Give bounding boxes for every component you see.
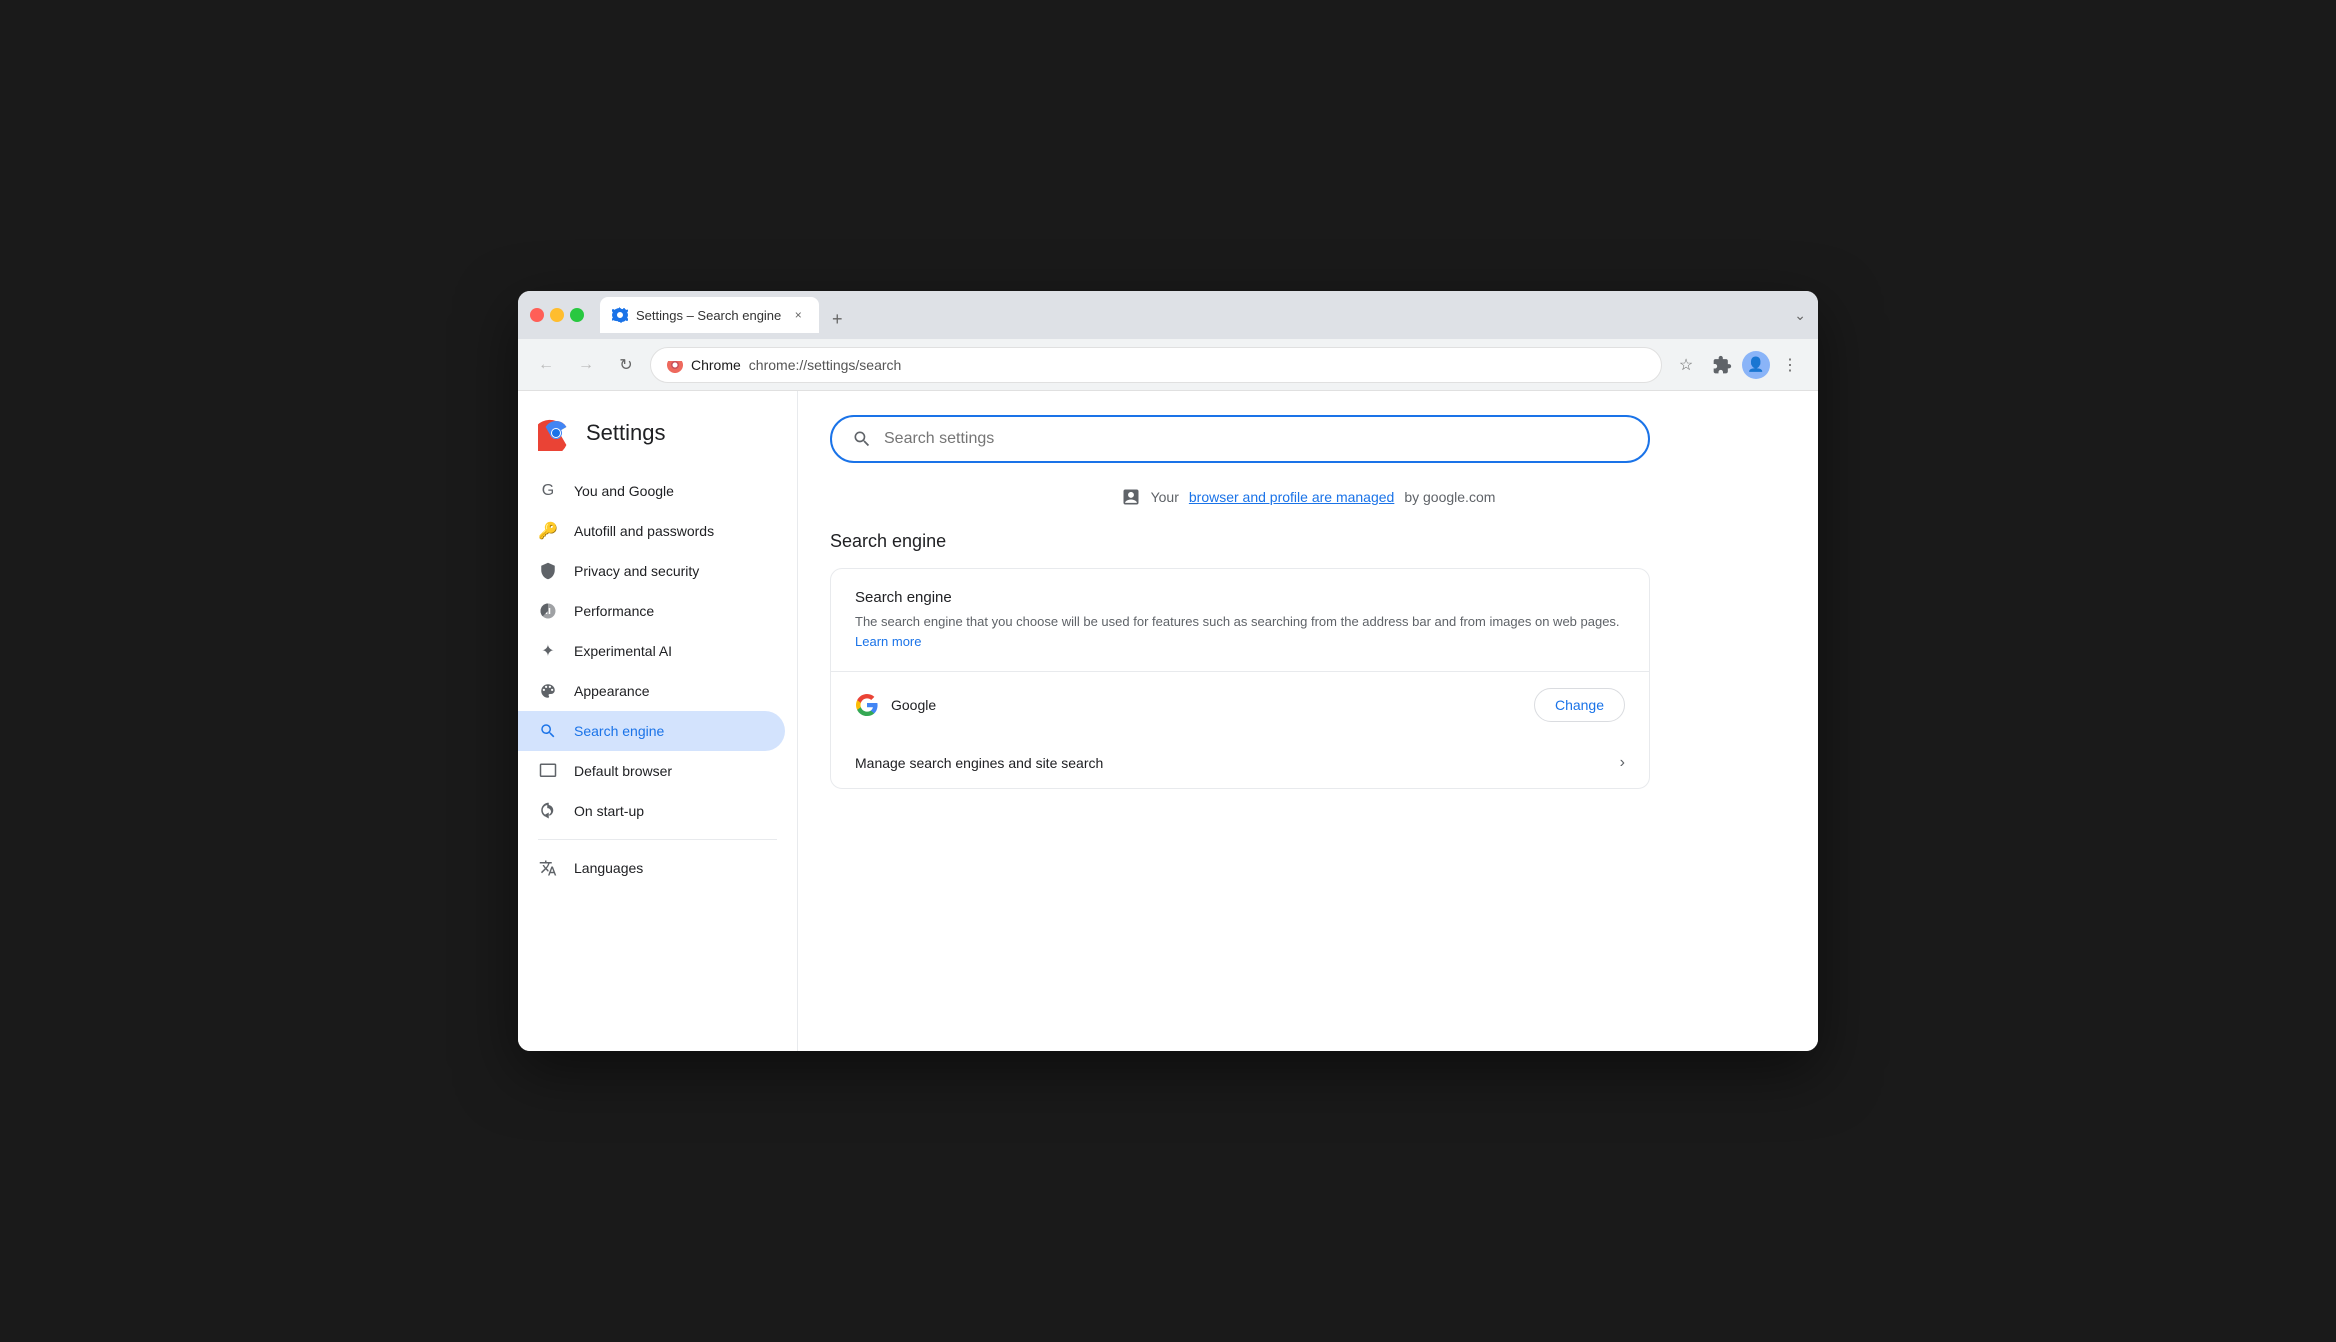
maximize-traffic-light[interactable]: [570, 308, 584, 322]
languages-icon: [538, 858, 558, 878]
search-engine-card: Search engine The search engine that you…: [830, 568, 1650, 789]
card-description-section: Search engine The search engine that you…: [831, 569, 1649, 672]
card-section-title: Search engine: [855, 589, 1625, 606]
page-area: Your browser and profile are managed by …: [798, 391, 1818, 1051]
tab-close-button[interactable]: ×: [789, 306, 807, 324]
default-browser-icon: [538, 761, 558, 781]
sidebar-label-autofill: Autofill and passwords: [574, 523, 714, 539]
performance-icon: [538, 601, 558, 621]
search-bar[interactable]: [830, 415, 1650, 463]
sidebar-item-default-browser[interactable]: Default browser: [518, 751, 785, 791]
bookmark-button[interactable]: ☆: [1670, 349, 1702, 381]
autofill-icon: 🔑: [538, 521, 558, 541]
settings-tab-icon: [612, 307, 628, 323]
sidebar-label-performance: Performance: [574, 603, 654, 619]
tab-bar: Settings – Search engine × +: [600, 297, 1786, 333]
you-and-google-icon: G: [538, 481, 558, 501]
sidebar-item-privacy[interactable]: Privacy and security: [518, 551, 785, 591]
experimental-ai-icon: ✦: [538, 641, 558, 661]
sidebar-label-experimental-ai: Experimental AI: [574, 643, 672, 659]
managed-notice: Your browser and profile are managed by …: [830, 487, 1786, 507]
sidebar-label-search-engine: Search engine: [574, 723, 664, 739]
search-engine-icon: [538, 721, 558, 741]
engine-name: Google: [891, 697, 1534, 713]
extensions-icon: [1712, 355, 1732, 375]
active-tab[interactable]: Settings – Search engine ×: [600, 297, 819, 333]
sidebar-label-appearance: Appearance: [574, 683, 650, 699]
chrome-address-icon: [667, 357, 683, 373]
new-tab-button[interactable]: +: [823, 305, 851, 333]
sidebar-label-default-browser: Default browser: [574, 763, 672, 779]
sidebar-label-you-and-google: You and Google: [574, 483, 674, 499]
sidebar-item-appearance[interactable]: Appearance: [518, 671, 785, 711]
learn-more-link[interactable]: Learn more: [855, 634, 921, 649]
search-input[interactable]: [884, 430, 1628, 448]
sidebar-item-performance[interactable]: Performance: [518, 591, 785, 631]
sidebar-label-languages: Languages: [574, 860, 643, 876]
chrome-logo-icon: [538, 415, 574, 451]
forward-button[interactable]: →: [570, 349, 602, 381]
google-g-logo: [855, 693, 879, 717]
sidebar-item-languages[interactable]: Languages: [518, 848, 785, 888]
sidebar-label-on-startup: On start-up: [574, 803, 644, 819]
privacy-icon: [538, 561, 558, 581]
card-desc-text: The search engine that you choose will b…: [855, 614, 1620, 629]
sidebar-item-search-engine[interactable]: Search engine: [518, 711, 785, 751]
managed-notice-prefix: Your: [1151, 489, 1179, 505]
managed-notice-link[interactable]: browser and profile are managed: [1189, 489, 1394, 505]
tab-title: Settings – Search engine: [636, 308, 781, 323]
managed-icon: [1121, 487, 1141, 507]
change-engine-button[interactable]: Change: [1534, 688, 1625, 722]
minimize-traffic-light[interactable]: [550, 308, 564, 322]
sidebar-item-you-and-google[interactable]: G You and Google: [518, 471, 785, 511]
tab-list-chevron[interactable]: ⌄: [1794, 307, 1806, 324]
back-button[interactable]: ←: [530, 349, 562, 381]
on-startup-icon: [538, 801, 558, 821]
appearance-icon: [538, 681, 558, 701]
sidebar-label-privacy: Privacy and security: [574, 563, 699, 579]
browser-window: Settings – Search engine × + ⌄ ← → ↻ Chr…: [518, 291, 1818, 1051]
search-bar-wrapper: [830, 415, 1786, 463]
sidebar-item-experimental-ai[interactable]: ✦ Experimental AI: [518, 631, 785, 671]
managed-notice-suffix: by google.com: [1404, 489, 1495, 505]
manage-chevron-icon: ›: [1620, 754, 1625, 772]
address-bar[interactable]: Chrome chrome://settings/search: [650, 347, 1662, 383]
main-content: Settings G You and Google 🔑 Autofill and…: [518, 391, 1818, 1051]
sidebar: Settings G You and Google 🔑 Autofill and…: [518, 391, 798, 1051]
section-title: Search engine: [830, 531, 1786, 552]
card-section-desc: The search engine that you choose will b…: [855, 612, 1625, 651]
menu-button[interactable]: ⋮: [1774, 349, 1806, 381]
close-traffic-light[interactable]: [530, 308, 544, 322]
toolbar-actions: ☆ 👤 ⋮: [1670, 349, 1806, 381]
settings-header: Settings: [518, 407, 797, 471]
sidebar-item-on-startup[interactable]: On start-up: [518, 791, 785, 831]
address-url: chrome://settings/search: [749, 357, 902, 373]
manage-search-engines-label: Manage search engines and site search: [855, 755, 1103, 771]
refresh-button[interactable]: ↻: [610, 349, 642, 381]
traffic-lights: [530, 308, 584, 322]
settings-page-title: Settings: [586, 420, 666, 446]
toolbar: ← → ↻ Chrome chrome://settings/search ☆ …: [518, 339, 1818, 391]
search-icon: [852, 429, 872, 449]
manage-search-engines-row[interactable]: Manage search engines and site search ›: [831, 738, 1649, 788]
nav-divider: [538, 839, 777, 840]
extensions-button[interactable]: [1706, 349, 1738, 381]
sidebar-item-autofill[interactable]: 🔑 Autofill and passwords: [518, 511, 785, 551]
title-bar: Settings – Search engine × + ⌄: [518, 291, 1818, 339]
profile-avatar[interactable]: 👤: [1742, 351, 1770, 379]
engine-row: Google Change: [831, 672, 1649, 738]
address-chrome-label: Chrome: [691, 357, 741, 373]
